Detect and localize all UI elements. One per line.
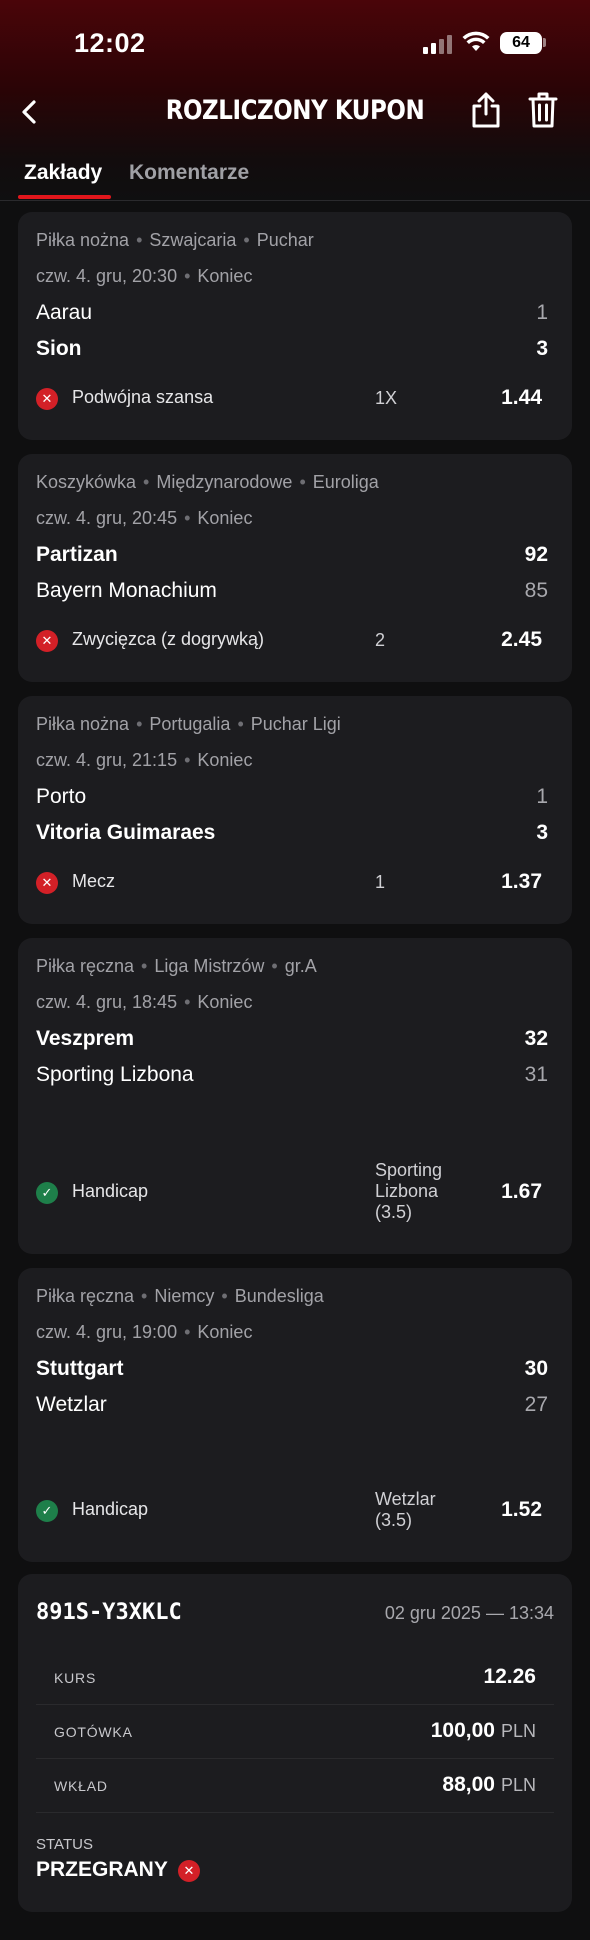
home-score: 1 (536, 785, 548, 808)
cellular-signal-icon (423, 34, 453, 54)
summary-label: GOTÓWKA (54, 1724, 133, 1740)
wifi-icon (462, 31, 490, 51)
event-time: czw. 4. gru, 20:30 • Koniec (36, 266, 253, 286)
bet-card[interactable]: Piłka ręczna • Niemcy • Bundesliga czw. … (18, 1268, 572, 1562)
away-score: 31 (524, 1063, 548, 1086)
coupon-date: 02 gru 2025 — 13:34 (384, 1603, 554, 1623)
summary-row-cash: GOTÓWKA 100,00 PLN (36, 1705, 554, 1759)
pick: Wetzlar (3.5) (375, 1489, 436, 1530)
away-score: 27 (524, 1393, 548, 1416)
bet-card[interactable]: Piłka nożna • Szwajcaria • Puchar czw. 4… (18, 212, 572, 440)
summary-value: 12.26 (483, 1665, 536, 1688)
nav-bar: ROZLICZONY KUPON (0, 90, 590, 134)
pick: Sporting Lizbona (3.5) (375, 1160, 443, 1222)
event-time: czw. 4. gru, 21:15 • Koniec (36, 750, 253, 770)
home-score: 1 (536, 301, 548, 324)
home-team: Aarau (36, 301, 93, 324)
pick: 1X (375, 388, 398, 408)
odd: 2.45 (501, 628, 542, 651)
away-team: Wetzlar (36, 1393, 107, 1416)
lost-x-icon: ✕ (36, 630, 58, 652)
home-score: 92 (524, 543, 548, 566)
odd: 1.44 (501, 386, 542, 409)
away-team: Sporting Lizbona (36, 1063, 194, 1086)
lost-x-icon: ✕ (36, 872, 58, 894)
pick: 2 (375, 630, 386, 650)
pick: 1 (375, 872, 386, 892)
tab-bar: Zakłady Komentarze (0, 155, 590, 201)
coupon-summary: 891S-Y3XKLC 02 gru 2025 — 13:34 KURS 12.… (18, 1574, 572, 1912)
away-score: 3 (536, 821, 548, 844)
summary-label: WKŁAD (54, 1778, 108, 1794)
home-team: Porto (36, 785, 87, 808)
market-name: Zwycięzca (z dogrywką) (72, 629, 265, 649)
summary-value: 100,00 PLN (430, 1719, 536, 1742)
market-name: Mecz (72, 871, 116, 891)
summary-row-odds: KURS 12.26 (36, 1651, 554, 1705)
battery-tip (543, 38, 546, 47)
summary-label: KURS (54, 1670, 97, 1686)
odd: 1.37 (501, 870, 542, 893)
odd: 1.67 (501, 1180, 542, 1203)
odd: 1.52 (501, 1498, 542, 1521)
event-meta: Piłka ręczna • Niemcy • Bundesliga (36, 1286, 324, 1306)
away-team: Vitoria Guimaraes (36, 821, 216, 844)
tab-bets[interactable]: Zakłady (24, 161, 102, 185)
bet-card[interactable]: Piłka ręczna • Liga Mistrzów • gr.A czw.… (18, 938, 572, 1254)
market-name: Handicap (72, 1181, 149, 1201)
battery-icon: 64 (500, 32, 542, 54)
event-time: czw. 4. gru, 18:45 • Koniec (36, 992, 253, 1012)
tab-comments[interactable]: Komentarze (129, 161, 249, 185)
won-check-icon: ✓ (36, 1182, 58, 1204)
event-time: czw. 4. gru, 20:45 • Koniec (36, 508, 253, 528)
away-score: 85 (524, 579, 548, 602)
event-meta: Piłka ręczna • Liga Mistrzów • gr.A (36, 956, 317, 976)
home-team: Partizan (36, 543, 118, 566)
event-meta: Piłka nożna • Szwajcaria • Puchar (36, 230, 314, 250)
coupon-id: 891S-Y3XKLC (36, 1600, 182, 1625)
summary-value: 88,00 PLN (442, 1773, 536, 1796)
status-value: PRZEGRANY (36, 1858, 168, 1881)
away-team: Bayern Monachium (36, 579, 217, 602)
lost-x-icon: ✕ (178, 1860, 200, 1882)
bet-card[interactable]: Piłka nożna • Portugalia • Puchar Ligi c… (18, 696, 572, 924)
trash-icon[interactable] (528, 90, 558, 130)
event-meta: Koszykówka • Międzynarodowe • Euroliga (36, 472, 379, 492)
event-time: czw. 4. gru, 19:00 • Koniec (36, 1322, 253, 1342)
away-team: Sion (36, 337, 82, 360)
market-name: Handicap (72, 1499, 149, 1519)
home-score: 30 (524, 1357, 548, 1380)
lost-x-icon: ✕ (36, 388, 58, 410)
home-score: 32 (524, 1027, 548, 1050)
status-label: STATUS (36, 1836, 93, 1853)
active-tab-indicator (18, 195, 111, 199)
market-name: Podwójna szansa (72, 387, 214, 407)
event-meta: Piłka nożna • Portugalia • Puchar Ligi (36, 714, 341, 734)
summary-row-stake: WKŁAD 88,00 PLN (36, 1759, 554, 1813)
home-team: Veszprem (36, 1027, 135, 1050)
share-icon[interactable] (470, 90, 502, 130)
status-time: 12:02 (74, 28, 146, 58)
away-score: 3 (536, 337, 548, 360)
status-bar: 12:02 64 (0, 0, 590, 80)
home-team: Stuttgart (36, 1357, 124, 1380)
won-check-icon: ✓ (36, 1500, 58, 1522)
bet-card[interactable]: Koszykówka • Międzynarodowe • Euroliga c… (18, 454, 572, 682)
back-chevron-icon[interactable] (18, 98, 42, 126)
